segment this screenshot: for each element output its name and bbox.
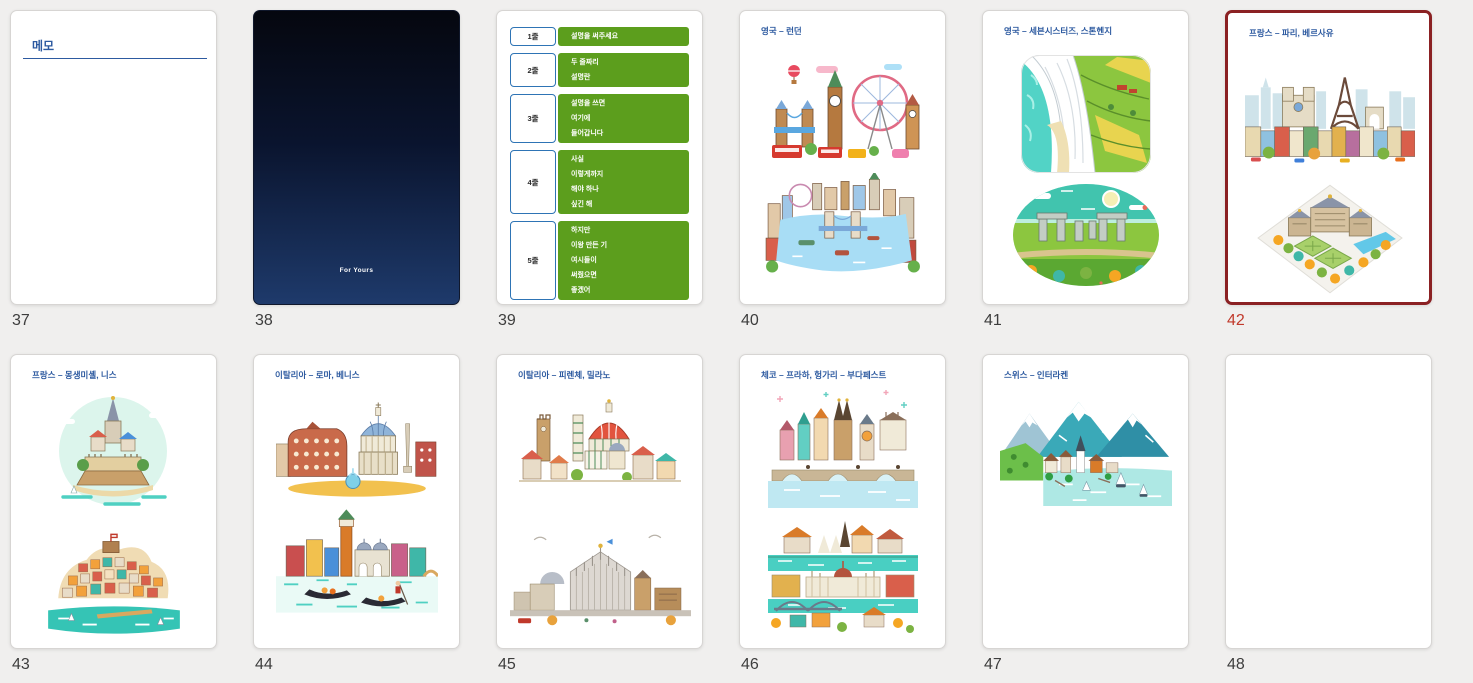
slide-number-47: 47 <box>984 656 1002 673</box>
slide-number-48: 48 <box>1227 656 1245 673</box>
slide-number-40: 40 <box>741 312 759 329</box>
slide-cell-41: 영국 – 세븐시스터즈, 스톤헨지 41 <box>982 10 1189 329</box>
slide-title: 영국 – 런던 <box>761 26 802 36</box>
slide-cell-48: 48 <box>1225 354 1432 673</box>
rome-landmarks-illustration <box>276 402 437 497</box>
row-bar: 설명을 써주세요 <box>558 27 689 46</box>
paris-skyline-illustration <box>1245 77 1415 163</box>
slide-cell-37: 메모 37 <box>10 10 217 329</box>
slide-number-46: 46 <box>741 656 759 673</box>
slide-cell-43: 프랑스 – 몽생미셸, 니스 43 <box>10 354 217 673</box>
slide-cell-44: 이탈리아 – 로마, 베니스 44 <box>253 354 460 673</box>
slide-cell-38: For Yours 38 <box>253 10 460 329</box>
row-bar: 사실 이렇게까지 해야 하나 싶긴 해 <box>558 150 689 214</box>
slide-cell-46: 체코 – 프라하, 헝가리 – 부다페스트 46 <box>739 354 946 673</box>
slide-number-44: 44 <box>255 656 273 673</box>
slide-thumbnail-42-selected[interactable]: 프랑스 – 파리, 베르사유 <box>1225 10 1432 305</box>
slide-number-42: 42 <box>1227 312 1245 329</box>
row-label: 1줄 <box>510 27 556 46</box>
list-rows: 1줄 설명을 써주세요 2줄 두 줄짜리 설명란 3줄 설명을 쓰면 여기에 들어갑니… <box>510 27 689 300</box>
milan-duomo-illustration <box>510 534 691 626</box>
slide-title: 스위스 – 인터라켄 <box>1004 370 1069 380</box>
slide-cell-42: 프랑스 – 파리, 베르사유 42 <box>1225 10 1432 329</box>
budapest-danube-illustration <box>768 521 918 633</box>
seven-sisters-cliffs-illustration <box>1021 55 1151 173</box>
row-label: 4줄 <box>510 150 556 214</box>
row-label: 3줄 <box>510 94 556 143</box>
list-row: 3줄 설명을 쓰면 여기에 들어갑니다 <box>510 94 689 143</box>
slide-thumbnail-39[interactable]: 1줄 설명을 써주세요 2줄 두 줄짜리 설명란 3줄 설명을 쓰면 여기에 들어갑니… <box>496 10 703 305</box>
list-row: 5줄 하지만 이왕 만든 기 여시들이 써줬으면 좋겠어 <box>510 221 689 300</box>
slide-cell-47: 스위스 – 인터라켄 47 <box>982 354 1189 673</box>
mont-saint-michel-illustration <box>59 396 167 506</box>
slide-cell-40: 영국 – 런던 40 <box>739 10 946 329</box>
slide-thumbnail-48[interactable] <box>1225 354 1432 649</box>
row-bar: 설명을 쓰면 여기에 들어갑니다 <box>558 94 689 143</box>
thames-tower-bridge-illustration <box>765 173 920 273</box>
interlaken-lake-illustration <box>1000 401 1172 507</box>
slide-title: 체코 – 프라하, 헝가리 – 부다페스트 <box>761 370 887 380</box>
cover-footer-text: For Yours <box>339 267 374 274</box>
florence-duomo-illustration <box>519 399 681 482</box>
slide-number-43: 43 <box>12 656 30 673</box>
stonehenge-illustration <box>1013 184 1159 286</box>
row-bar: 하지만 이왕 만든 기 여시들이 써줬으면 좋겠어 <box>558 221 689 300</box>
slide-thumbnail-43[interactable]: 프랑스 – 몽생미셸, 니스 <box>10 354 217 649</box>
slide-title: 영국 – 세븐시스터즈, 스톤헨지 <box>1004 26 1113 36</box>
prague-skyline-illustration <box>768 390 918 508</box>
row-label: 5줄 <box>510 221 556 300</box>
london-landmarks-illustration <box>772 64 920 158</box>
slide-number-37: 37 <box>12 312 30 329</box>
memo-title: 메모 <box>32 39 55 53</box>
slide-title: 프랑스 – 파리, 베르사유 <box>1249 28 1334 38</box>
slide-number-45: 45 <box>498 656 516 673</box>
slide-title: 이탈리아 – 피렌체, 밀라노 <box>518 370 611 380</box>
slide-thumbnail-38[interactable]: For Yours <box>253 10 460 305</box>
slide-title: 프랑스 – 몽생미셸, 니스 <box>32 370 117 380</box>
memo-underline <box>23 58 207 59</box>
slide-number-41: 41 <box>984 312 1002 329</box>
list-row: 1줄 설명을 써주세요 <box>510 27 689 46</box>
slide-thumbnail-45[interactable]: 이탈리아 – 피렌체, 밀라노 <box>496 354 703 649</box>
slide-title: 이탈리아 – 로마, 베니스 <box>275 370 360 380</box>
venice-gondola-illustration <box>276 509 438 613</box>
slide-thumbnail-47[interactable]: 스위스 – 인터라켄 <box>982 354 1189 649</box>
slide-thumbnail-40[interactable]: 영국 – 런던 <box>739 10 946 305</box>
slide-cell-39: 1줄 설명을 써주세요 2줄 두 줄짜리 설명란 3줄 설명을 쓰면 여기에 들어갑니… <box>496 10 703 329</box>
slide-number-38: 38 <box>255 312 273 329</box>
slide-thumbnail-46[interactable]: 체코 – 프라하, 헝가리 – 부다페스트 <box>739 354 946 649</box>
row-bar: 두 줄짜리 설명란 <box>558 53 689 87</box>
versailles-palace-illustration <box>1257 184 1403 294</box>
nice-coast-illustration <box>48 533 180 634</box>
slide-number-39: 39 <box>498 312 516 329</box>
row-label: 2줄 <box>510 53 556 87</box>
slide-thumbnail-37[interactable]: 메모 <box>10 10 217 305</box>
slide-thumbnail-44[interactable]: 이탈리아 – 로마, 베니스 <box>253 354 460 649</box>
list-row: 2줄 두 줄짜리 설명란 <box>510 53 689 87</box>
slide-cell-45: 이탈리아 – 피렌체, 밀라노 45 <box>496 354 703 673</box>
list-row: 4줄 사실 이렇게까지 해야 하나 싶긴 해 <box>510 150 689 214</box>
slide-thumbnail-41[interactable]: 영국 – 세븐시스터즈, 스톤헨지 <box>982 10 1189 305</box>
